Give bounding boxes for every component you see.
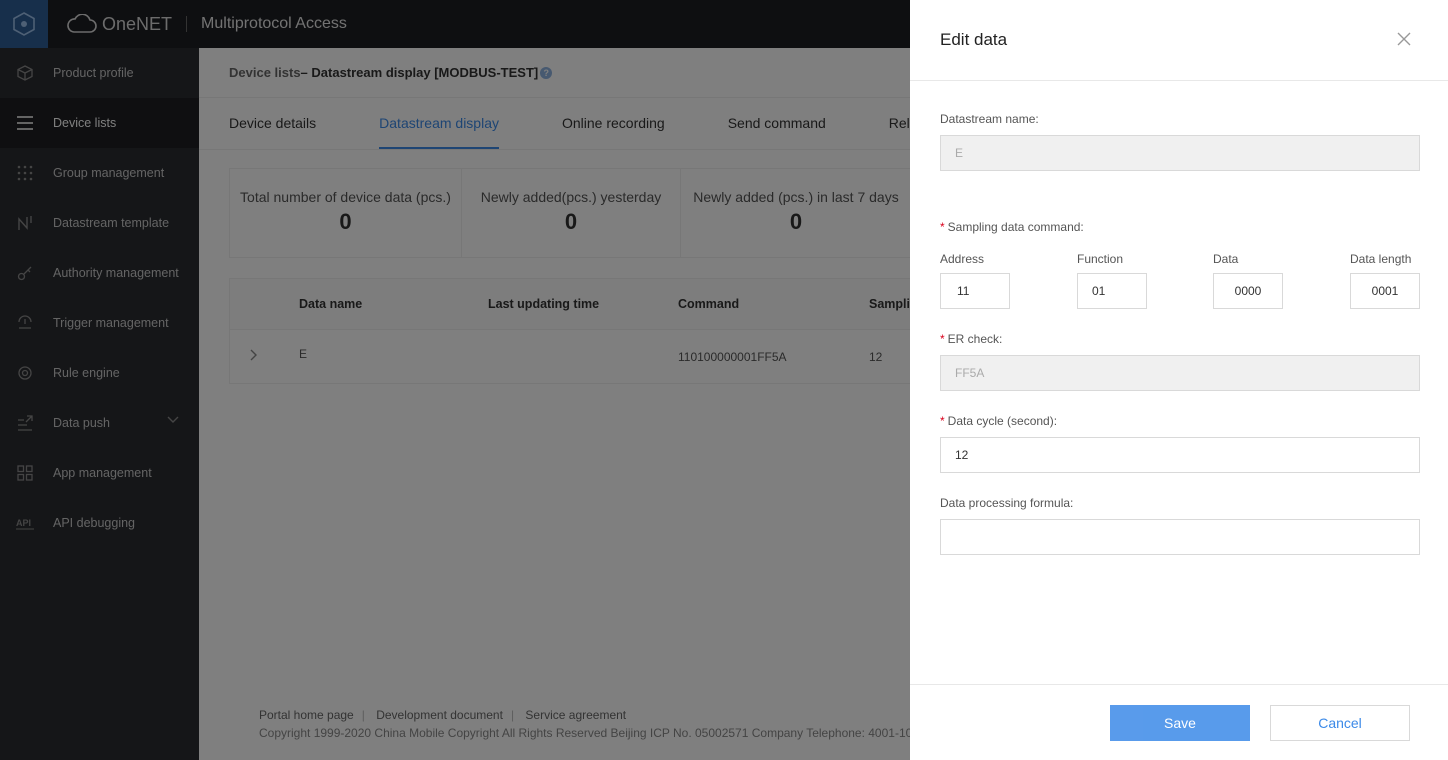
required-mark: * [940,414,945,428]
drawer-header: Edit data [910,0,1448,81]
data-label: Data [1213,252,1239,266]
er-check-field: FF5A [940,355,1420,391]
save-button[interactable]: Save [1110,705,1250,741]
data-input[interactable]: 0000 [1213,273,1283,309]
data-cycle-label: * Data cycle (second): [940,414,1058,428]
close-icon[interactable] [1396,31,1412,47]
data-processing-formula-label: Data processing formula: [940,496,1074,510]
datastream-name-field: E [940,135,1420,171]
function-label: Function [1077,252,1124,266]
edit-data-drawer: Edit data Datastream name: E * Sampling d… [910,0,1448,760]
address-label: Address [940,252,985,266]
required-mark: * [940,332,945,346]
data-length-label: Data length [1350,252,1412,266]
data-cycle-input[interactable]: 12 [940,437,1420,473]
data-processing-formula-input[interactable] [940,519,1420,555]
drawer-footer: Save Cancel [910,684,1448,760]
sampling-command-label: * Sampling data command: [940,220,1084,234]
data-length-input[interactable]: 0001 [1350,273,1420,309]
required-mark: * [940,220,945,234]
er-check-label: * ER check: [940,332,1003,346]
cancel-button[interactable]: Cancel [1270,705,1410,741]
address-input[interactable]: 11 [940,273,1010,309]
drawer-title: Edit data [940,30,1008,49]
datastream-name-label: Datastream name: [940,112,1039,126]
function-input[interactable]: 01 [1077,273,1147,309]
